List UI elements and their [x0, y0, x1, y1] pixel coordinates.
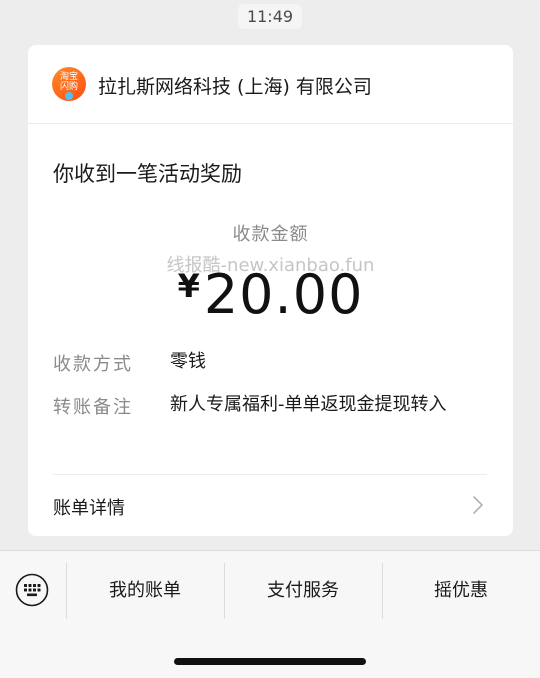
payment-method-value: 零钱	[170, 351, 206, 372]
merchant-name: 拉扎斯网络科技 (上海) 有限公司	[98, 76, 372, 98]
amount-label: 收款金额	[232, 224, 309, 245]
bill-detail-label: 账单详情	[53, 498, 125, 519]
notice-title: 你收到一笔活动奖励	[53, 162, 242, 186]
message-time: 11:49	[237, 4, 303, 29]
menu-my-bills[interactable]: 我的账单	[66, 563, 224, 619]
keyboard-icon[interactable]	[15, 573, 49, 607]
logo-text-line2: 闪购	[59, 82, 78, 92]
merchant-logo-icon: 淘宝 闪购	[52, 67, 86, 101]
logo-dot	[65, 92, 73, 100]
currency-symbol: ¥	[177, 267, 200, 305]
menu-shake-offers[interactable]: 摇优惠	[382, 563, 540, 619]
amount-value: 20.00	[203, 263, 364, 326]
bottom-menu-bar: 我的账单 支付服务 摇优惠	[0, 550, 540, 678]
payment-notification-card: 淘宝 闪购 拉扎斯网络科技 (上海) 有限公司 你收到一笔活动奖励 收款金额 线…	[28, 45, 513, 536]
transfer-note-value: 新人专属福利-单单返现金提现转入	[170, 394, 447, 415]
bill-detail-row[interactable]: 账单详情	[28, 475, 513, 536]
chevron-right-icon	[473, 496, 483, 514]
transfer-note-label: 转账备注	[53, 397, 133, 418]
amount-display: ¥20.00	[28, 263, 513, 326]
home-indicator[interactable]	[174, 658, 366, 665]
card-header[interactable]: 淘宝 闪购 拉扎斯网络科技 (上海) 有限公司	[28, 45, 513, 124]
payment-method-label: 收款方式	[53, 354, 133, 375]
logo-text-line1: 淘宝	[59, 72, 78, 82]
menu-payment-services[interactable]: 支付服务	[224, 563, 382, 619]
